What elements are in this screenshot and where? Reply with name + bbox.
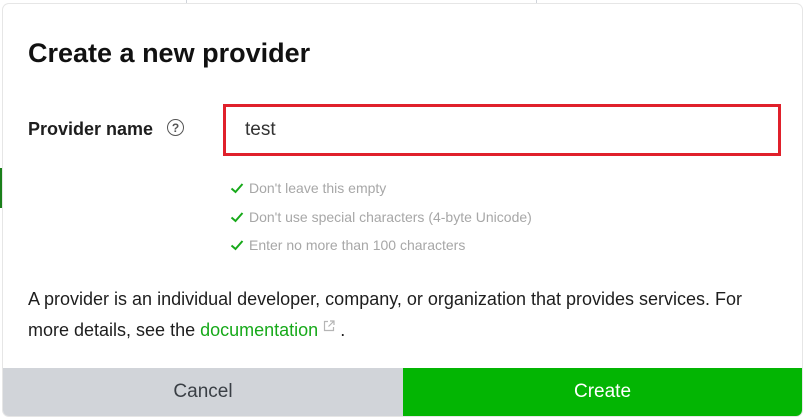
provider-description: A provider is an individual developer, c… <box>28 284 768 346</box>
validation-rules: Don't leave this empty Don't use special… <box>230 174 532 260</box>
validation-rule: Don't use special characters (4-byte Uni… <box>230 203 532 232</box>
provider-name-field[interactable] <box>223 104 781 156</box>
question-circle-icon[interactable]: ? <box>167 119 184 136</box>
create-button[interactable]: Create <box>403 368 802 416</box>
check-icon <box>230 212 244 223</box>
documentation-link-label: documentation <box>200 320 319 340</box>
check-icon <box>230 240 244 251</box>
check-icon <box>230 183 244 194</box>
validation-rule: Enter no more than 100 characters <box>230 231 532 260</box>
documentation-link[interactable]: documentation <box>200 320 335 340</box>
dialog-title: Create a new provider <box>28 38 311 68</box>
cancel-button[interactable]: Cancel <box>3 368 403 416</box>
provider-name-input[interactable] <box>226 107 778 153</box>
validation-rule-text: Don't leave this empty <box>249 180 387 197</box>
dialog-footer: Cancel Create <box>3 368 802 416</box>
external-link-icon <box>324 320 335 332</box>
validation-rule-text: Don't use special characters (4-byte Uni… <box>249 208 532 225</box>
create-provider-dialog: Create a new provider Provider name ? Do… <box>3 4 802 416</box>
validation-rule: Don't leave this empty <box>230 174 532 203</box>
validation-rule-text: Enter no more than 100 characters <box>249 237 466 254</box>
provider-name-label: Provider name <box>28 119 154 139</box>
description-end: . <box>335 320 346 340</box>
description-text: A provider is an individual developer, c… <box>28 289 743 340</box>
